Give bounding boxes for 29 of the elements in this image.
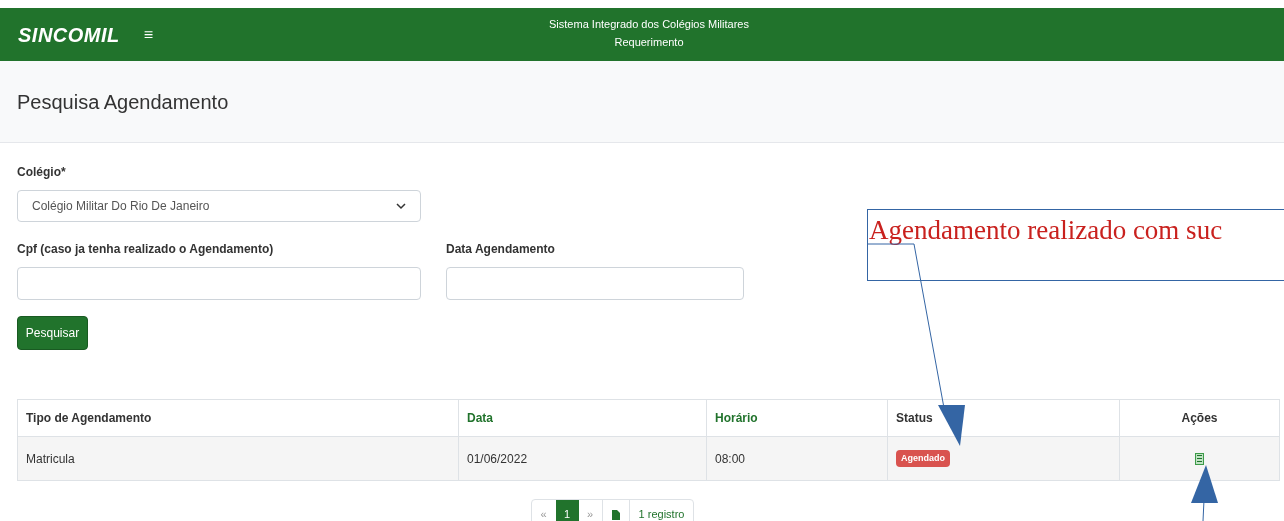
status-badge: Agendado	[896, 449, 950, 468]
chevron-down-icon	[396, 201, 406, 211]
colegio-select[interactable]: Colégio Militar Do Rio De Janeiro	[17, 190, 421, 222]
menu-button[interactable]: ≡	[143, 22, 154, 47]
column-header[interactable]: Data	[458, 400, 706, 436]
system-subtitle: Requerimento	[614, 35, 684, 50]
page-title: Pesquisa Agendamento	[17, 89, 229, 115]
table-cell-text: Matricula	[25, 450, 76, 468]
table-cell: 01/06/2022	[458, 437, 706, 480]
field-label: Data Agendamento	[446, 241, 556, 258]
page-button[interactable]: 1	[555, 500, 579, 521]
search-button[interactable]: Pesquisar	[17, 316, 88, 350]
table-cell: 08:00	[706, 437, 887, 480]
field-label: Colégio*	[17, 164, 67, 181]
date-input[interactable]	[446, 267, 744, 300]
document-icon[interactable]	[1195, 452, 1204, 465]
logo: SINCOMIL	[18, 22, 120, 48]
column-header[interactable]: Horário	[706, 400, 887, 436]
arrow	[1191, 465, 1218, 521]
callout-text: Agendamento realizado com suc	[869, 214, 1223, 247]
next-page-button[interactable]: »	[578, 500, 602, 521]
previous-page-button[interactable]: «	[531, 500, 556, 521]
cpf-input[interactable]	[17, 267, 421, 300]
system-title: Sistema Integrado dos Colégios Militares	[549, 17, 749, 32]
field-label: Cpf (caso ja tenha realizado o Agendamento)	[17, 241, 275, 258]
record-count: 1 registro	[628, 500, 694, 521]
column-header: Ações	[1119, 400, 1279, 436]
column-header: Tipo de Agendamento	[25, 410, 153, 427]
file-icon	[611, 509, 620, 520]
